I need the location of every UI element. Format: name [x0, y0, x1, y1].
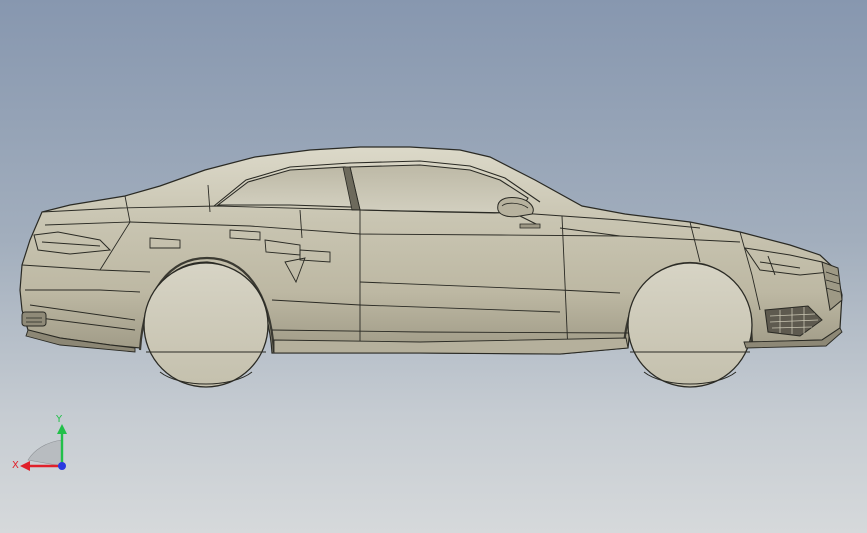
car-model-view[interactable]: [0, 0, 867, 533]
x-arrow-head-icon: [20, 461, 30, 471]
x-axis-label: X: [12, 460, 19, 471]
exhaust-tips: [21, 311, 47, 327]
y-arrow-head-icon: [57, 424, 67, 434]
cad-viewport[interactable]: Y X: [0, 0, 867, 533]
z-axis-dot: [58, 462, 66, 470]
orientation-triad: Y X: [12, 414, 67, 471]
y-axis-label: Y: [55, 414, 63, 425]
door-handle: [519, 223, 541, 229]
triad-plane-icon: [27, 439, 63, 467]
front-wheel: [627, 262, 753, 388]
rear-wheel: [143, 262, 269, 388]
